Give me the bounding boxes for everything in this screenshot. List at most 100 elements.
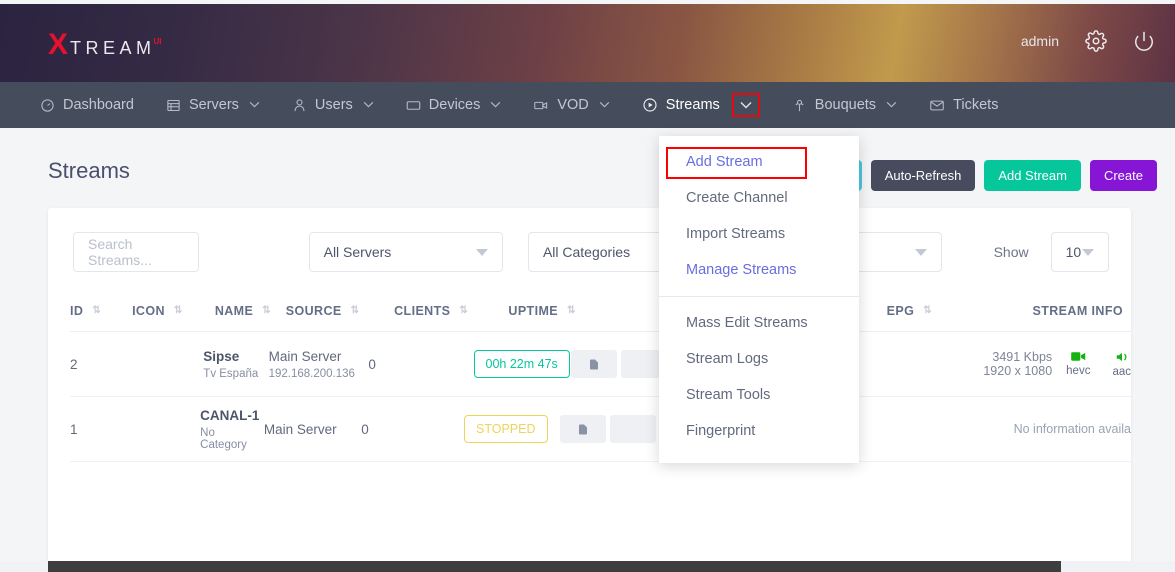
row-action-button-2[interactable] bbox=[609, 415, 656, 443]
nav-item-streams[interactable]: Streams bbox=[642, 82, 760, 128]
video-codec: hevc bbox=[1066, 351, 1090, 377]
cell-stream-info: No information availa bbox=[945, 422, 1131, 436]
table-header-row: ID ⇅ ICON ⇅ NAME ⇅ SOURCE ⇅ CLIENTS ⇅ UP… bbox=[70, 290, 1131, 332]
chevron-down-icon-streams[interactable] bbox=[731, 93, 760, 117]
servers-select-value: All Servers bbox=[323, 244, 392, 260]
sort-icon-clients[interactable]: ⇅ bbox=[459, 305, 467, 316]
create-button[interactable]: Create bbox=[1089, 160, 1157, 191]
nav-item-dashboard[interactable]: Dashboard bbox=[40, 82, 134, 128]
sort-icon-source[interactable]: ⇅ bbox=[351, 305, 359, 316]
add-stream-button[interactable]: Add Stream bbox=[984, 160, 1081, 191]
document-icon-button[interactable] bbox=[559, 415, 606, 443]
menu-item-stream-tools[interactable]: Stream Tools bbox=[659, 377, 859, 413]
nav-item-users[interactable]: Users bbox=[292, 82, 374, 128]
devices-icon bbox=[406, 98, 421, 113]
show-entries-label: Show bbox=[993, 244, 1029, 260]
nav-item-vod[interactable]: VOD bbox=[533, 82, 610, 128]
gear-icon[interactable] bbox=[1085, 30, 1107, 52]
servers-icon bbox=[166, 98, 181, 113]
nav-item-devices[interactable]: Devices bbox=[406, 82, 502, 128]
app-logo[interactable]: X TREAM UI bbox=[48, 30, 164, 60]
page-content: Streams Auto-Refresh Add Stream Create S… bbox=[0, 128, 1175, 572]
table-row[interactable]: 2 Sipse Tv España Main Server 192.168.20… bbox=[70, 332, 1131, 397]
current-user-label: admin bbox=[1020, 33, 1059, 49]
column-header-clients[interactable]: CLIENTS ⇅ bbox=[394, 304, 508, 318]
menu-item-fingerprint[interactable]: Fingerprint bbox=[659, 413, 859, 449]
logo-superscript: UI bbox=[153, 37, 162, 46]
menu-item-stream-logs[interactable]: Stream Logs bbox=[659, 341, 859, 377]
column-label-epg: EPG bbox=[886, 303, 915, 318]
cell-name: Sipse Tv España bbox=[203, 349, 268, 380]
logo-wordmark: TREAM bbox=[70, 38, 156, 58]
nav-label-devices: Devices bbox=[428, 97, 481, 113]
cell-uptime: STOPPED bbox=[464, 415, 560, 443]
app-root: X TREAM UI admin Dashboard Servers Users… bbox=[0, 0, 1175, 572]
column-label-icon: ICON bbox=[132, 303, 165, 318]
video-camera-icon bbox=[1070, 351, 1086, 362]
sort-icon-epg[interactable]: ⇅ bbox=[923, 305, 931, 316]
chevron-down-icon-devices[interactable] bbox=[490, 99, 501, 111]
cell-id: 2 bbox=[70, 356, 78, 372]
stream-bitrate: 3491 Kbps bbox=[992, 350, 1053, 364]
streams-table: ID ⇅ ICON ⇅ NAME ⇅ SOURCE ⇅ CLIENTS ⇅ UP… bbox=[70, 290, 1131, 462]
chevron-down-icon-filter-select bbox=[914, 248, 927, 256]
show-entries-select[interactable]: 10 bbox=[1050, 232, 1110, 272]
menu-item-manage-streams[interactable]: Manage Streams bbox=[659, 252, 859, 288]
chevron-down-icon-vod[interactable] bbox=[599, 99, 610, 111]
auto-refresh-button[interactable]: Auto-Refresh bbox=[870, 160, 976, 191]
servers-select[interactable]: All Servers bbox=[308, 232, 503, 272]
audio-codec-label: aac bbox=[1112, 365, 1131, 378]
tickets-icon bbox=[929, 98, 945, 113]
document-icon-button[interactable] bbox=[571, 350, 618, 378]
show-entries-value: 10 bbox=[1065, 244, 1082, 260]
horizontal-scrollbar-track[interactable] bbox=[0, 561, 1175, 572]
cell-stream-info: 3491 Kbps 1920 x 1080 bbox=[961, 350, 1052, 378]
stream-info-empty: No information availa bbox=[1013, 422, 1132, 436]
sort-icon-icon[interactable]: ⇅ bbox=[174, 305, 182, 316]
menu-item-create-channel[interactable]: Create Channel bbox=[659, 180, 859, 216]
column-label-id: ID bbox=[70, 303, 84, 318]
chevron-down-icon-servers[interactable] bbox=[249, 99, 260, 111]
chevron-down-icon-show-select bbox=[1082, 248, 1095, 256]
column-header-uptime[interactable]: UPTIME ⇅ bbox=[508, 304, 614, 318]
nav-item-servers[interactable]: Servers bbox=[166, 82, 260, 128]
cell-source: Main Server 192.168.200.136 bbox=[269, 349, 369, 380]
nav-label-servers: Servers bbox=[188, 97, 239, 113]
main-navigation: Dashboard Servers Users Devices VOD Stre… bbox=[0, 82, 1175, 128]
chevron-down-icon-bouquets[interactable] bbox=[886, 99, 897, 111]
chevron-down-icon-users[interactable] bbox=[363, 99, 374, 111]
horizontal-scrollbar-thumb[interactable] bbox=[48, 561, 1061, 572]
column-label-clients: CLIENTS bbox=[394, 303, 451, 318]
column-header-name[interactable]: NAME ⇅ bbox=[215, 304, 286, 318]
audio-codec: aac bbox=[1112, 351, 1131, 378]
nav-label-bouquets: Bouquets bbox=[814, 97, 877, 113]
source-ip: 192.168.200.136 bbox=[268, 367, 355, 380]
sort-icon-name[interactable]: ⇅ bbox=[262, 305, 270, 316]
column-header-epg[interactable]: EPG ⇅ bbox=[887, 304, 1033, 318]
nav-label-tickets: Tickets bbox=[953, 97, 999, 113]
menu-item-add-stream[interactable]: Add Stream bbox=[659, 144, 859, 180]
header-right-actions: admin bbox=[1021, 30, 1155, 52]
nav-item-tickets[interactable]: Tickets bbox=[929, 82, 998, 128]
search-input-placeholder: Search Streams... bbox=[88, 236, 152, 268]
column-header-source[interactable]: SOURCE ⇅ bbox=[286, 304, 394, 318]
column-header-stream-info: STREAM INFO bbox=[1032, 304, 1131, 318]
sort-icon-id[interactable]: ⇅ bbox=[92, 305, 100, 316]
sort-icon-uptime[interactable]: ⇅ bbox=[567, 305, 575, 316]
stream-name: Sipse bbox=[203, 348, 240, 364]
table-row[interactable]: 1 CANAL-1 No Category Main Server 0 STOP… bbox=[70, 397, 1131, 462]
power-icon[interactable] bbox=[1133, 30, 1155, 52]
nav-item-bouquets[interactable]: Bouquets bbox=[792, 82, 897, 128]
menu-item-import-streams[interactable]: Import Streams bbox=[659, 216, 859, 252]
nav-label-users: Users bbox=[314, 97, 353, 113]
chevron-down-icon-servers-select bbox=[475, 248, 488, 256]
cell-name: CANAL-1 No Category bbox=[200, 408, 264, 451]
source-server: Main Server bbox=[263, 421, 337, 437]
column-header-id[interactable]: ID ⇅ bbox=[70, 304, 132, 318]
stream-category: Tv España bbox=[203, 367, 259, 380]
streams-dropdown-menu: Add Stream Create Channel Import Streams… bbox=[659, 136, 859, 463]
cell-uptime: 00h 22m 47s bbox=[473, 350, 572, 378]
search-input[interactable]: Search Streams... bbox=[73, 232, 199, 272]
menu-item-mass-edit-streams[interactable]: Mass Edit Streams bbox=[659, 305, 859, 341]
column-header-icon[interactable]: ICON ⇅ bbox=[132, 304, 215, 318]
